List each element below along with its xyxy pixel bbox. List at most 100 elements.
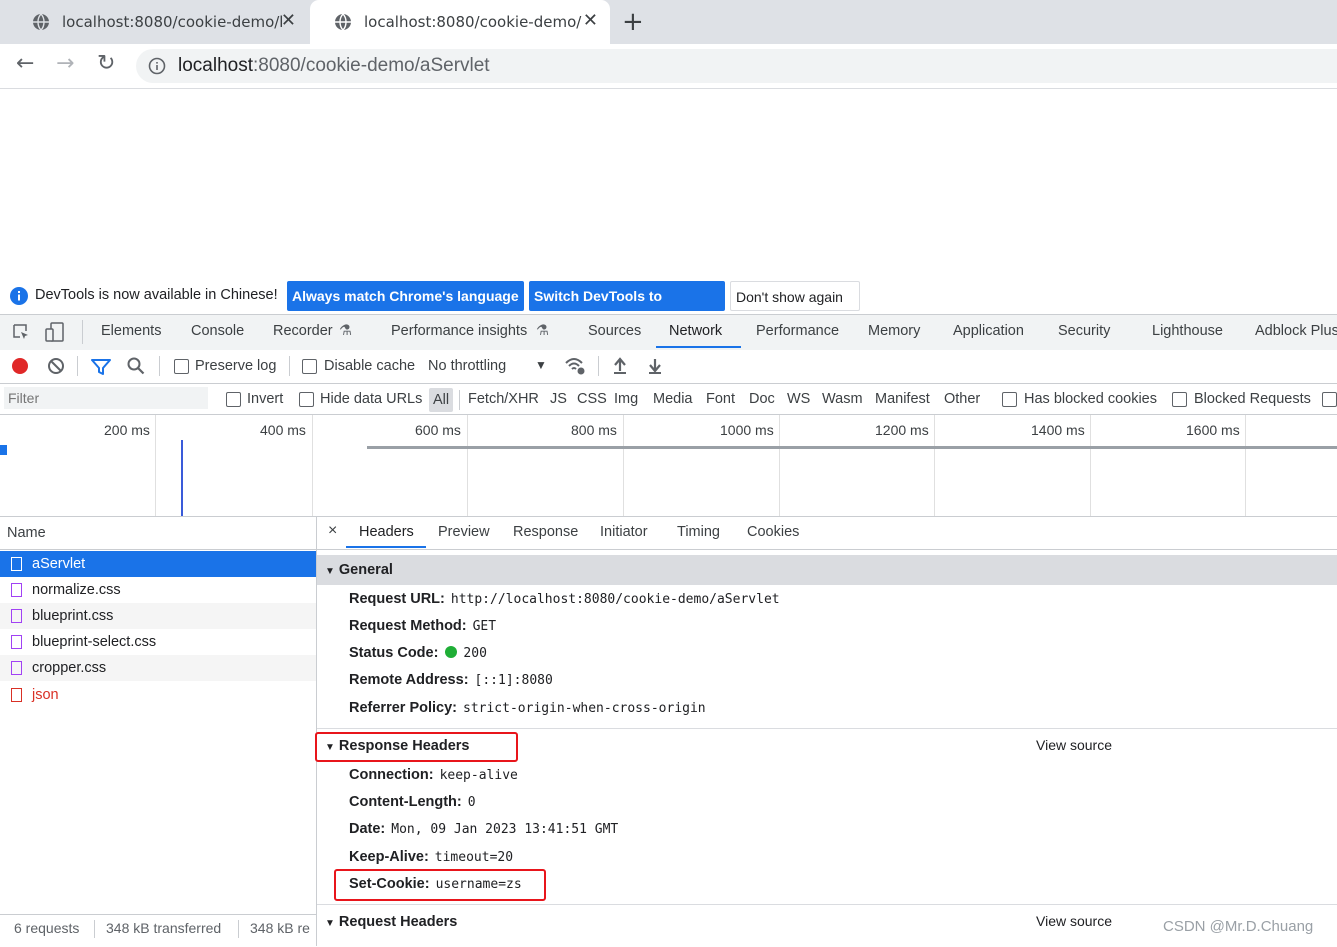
third-party-checkbox[interactable] xyxy=(1322,392,1337,407)
header-name: Request Method: xyxy=(349,618,467,634)
tab-network[interactable]: Network xyxy=(669,323,722,339)
type-filter-all[interactable]: All xyxy=(429,388,454,412)
header-name: Content-Length: xyxy=(349,794,462,810)
type-filter-ws[interactable]: WS xyxy=(787,391,810,407)
match-language-button[interactable]: Always match Chrome's language xyxy=(287,281,524,311)
throttling-select[interactable]: No throttling xyxy=(428,358,506,374)
type-filter-other[interactable]: Other xyxy=(944,391,980,407)
details-tab-timing[interactable]: Timing xyxy=(677,524,720,540)
request-headers-title: Request Headers xyxy=(338,914,458,930)
view-source-link[interactable]: View source xyxy=(1036,737,1112,753)
preserve-log-checkbox[interactable] xyxy=(174,359,189,374)
resources-size: 348 kB re xyxy=(250,920,310,936)
header-value: keep-alive xyxy=(439,768,518,783)
site-info-icon[interactable] xyxy=(148,57,166,75)
divider xyxy=(159,356,160,376)
timeline-tick: 1200 ms xyxy=(875,422,929,438)
details-tab-headers[interactable]: Headers xyxy=(359,524,414,540)
new-tab-button[interactable]: + xyxy=(622,8,644,36)
header-name: Connection: xyxy=(349,767,434,783)
details-tab-cookies[interactable]: Cookies xyxy=(747,524,799,540)
blocked-requests-checkbox[interactable] xyxy=(1172,392,1187,407)
reload-icon[interactable]: ↻ xyxy=(97,52,115,76)
type-filter-media[interactable]: Media xyxy=(653,391,693,407)
import-har-icon[interactable] xyxy=(612,357,628,375)
request-name: json xyxy=(32,687,59,703)
close-details-icon[interactable]: × xyxy=(328,522,337,540)
tab-title: localhost:8080/cookie-demo/b xyxy=(62,13,282,31)
chevron-down-icon[interactable]: ▼ xyxy=(535,358,547,372)
highlight-box xyxy=(334,869,546,901)
infobar-message: DevTools is now available in Chinese! xyxy=(35,287,278,303)
details-tab-preview[interactable]: Preview xyxy=(438,524,490,540)
disable-cache-checkbox[interactable] xyxy=(302,359,317,374)
url-text[interactable]: localhost:8080/cookie-demo/aServlet xyxy=(178,53,490,79)
type-filter-fetch-xhr[interactable]: Fetch/XHR xyxy=(468,391,539,407)
browser-tab-2[interactable]: localhost:8080/cookie-demo/aServlet ✕ xyxy=(310,0,610,44)
tab-recorder[interactable]: Recorder xyxy=(273,323,333,339)
tab-memory[interactable]: Memory xyxy=(868,323,920,339)
details-tab-response[interactable]: Response xyxy=(513,524,578,540)
close-tab-icon[interactable]: ✕ xyxy=(583,12,598,30)
inspect-element-icon[interactable] xyxy=(12,323,30,341)
request-row[interactable]: aServlet xyxy=(0,551,316,577)
timeline-tick: 400 ms xyxy=(260,422,306,438)
tab-application[interactable]: Application xyxy=(953,323,1024,339)
close-tab-icon[interactable]: ✕ xyxy=(281,12,296,30)
header-name: Date: xyxy=(349,821,386,837)
request-row[interactable]: json xyxy=(0,682,316,708)
tab-console[interactable]: Console xyxy=(191,323,244,339)
export-har-icon[interactable] xyxy=(647,357,663,375)
request-row[interactable]: blueprint.css xyxy=(0,603,316,629)
stylesheet-icon xyxy=(11,609,22,623)
type-filter-wasm[interactable]: Wasm xyxy=(822,391,863,407)
filter-icon[interactable] xyxy=(91,358,111,376)
divider xyxy=(459,390,460,410)
name-column-header[interactable]: Name xyxy=(0,517,316,550)
tab-adblock-plus[interactable]: Adblock Plus xyxy=(1255,323,1337,339)
view-source-link[interactable]: View source xyxy=(1036,913,1112,929)
hide-data-urls-label: Hide data URLs xyxy=(320,391,423,407)
dont-show-again-button[interactable]: Don't show again xyxy=(730,281,860,311)
type-filter-manifest[interactable]: Manifest xyxy=(875,391,930,407)
type-filter-img[interactable]: Img xyxy=(614,391,638,407)
type-filter-css[interactable]: CSS xyxy=(577,391,607,407)
back-icon[interactable]: ← xyxy=(16,52,34,76)
browser-tab-1[interactable]: localhost:8080/cookie-demo/b ✕ xyxy=(8,0,308,44)
tab-security[interactable]: Security xyxy=(1058,323,1110,339)
tab-lighthouse[interactable]: Lighthouse xyxy=(1152,323,1223,339)
divider xyxy=(317,904,1337,905)
forward-icon[interactable]: → xyxy=(56,52,74,76)
network-conditions-icon[interactable] xyxy=(564,356,586,376)
header-name: Remote Address: xyxy=(349,672,469,688)
header-value: Mon, 09 Jan 2023 13:41:51 GMT xyxy=(391,822,619,837)
transferred-size: 348 kB transferred xyxy=(106,920,222,936)
type-filter-font[interactable]: Font xyxy=(706,391,735,407)
type-filter-js[interactable]: JS xyxy=(550,391,567,407)
invert-checkbox[interactable] xyxy=(226,392,241,407)
hide-data-urls-checkbox[interactable] xyxy=(299,392,314,407)
request-count: 6 requests xyxy=(14,920,80,936)
has-blocked-cookies-checkbox[interactable] xyxy=(1002,392,1017,407)
type-filter-doc[interactable]: Doc xyxy=(749,391,775,407)
clear-icon[interactable] xyxy=(47,357,65,375)
tab-sources[interactable]: Sources xyxy=(588,323,641,339)
device-toolbar-icon[interactable] xyxy=(44,321,66,343)
search-icon[interactable] xyxy=(127,357,145,375)
request-row[interactable]: blueprint-select.css xyxy=(0,629,316,655)
failed-request-icon xyxy=(11,688,22,702)
tab-performance[interactable]: Performance xyxy=(756,323,839,339)
network-overview[interactable] xyxy=(0,415,1337,517)
name-header-label: Name xyxy=(7,525,46,541)
grid-line xyxy=(1090,415,1091,516)
details-tab-initiator[interactable]: Initiator xyxy=(600,524,648,540)
filter-input[interactable] xyxy=(4,387,208,409)
tab-elements[interactable]: Elements xyxy=(101,323,161,339)
request-row[interactable]: cropper.css xyxy=(0,655,316,681)
tab-performance-insights[interactable]: Performance insights xyxy=(391,323,527,339)
request-row[interactable]: normalize.css xyxy=(0,577,316,603)
grid-line xyxy=(934,415,935,516)
record-icon[interactable] xyxy=(11,357,29,375)
general-section-header[interactable]: ▼ General xyxy=(317,555,1337,585)
switch-to-chinese-button[interactable]: Switch DevTools to Chinese xyxy=(529,281,725,334)
